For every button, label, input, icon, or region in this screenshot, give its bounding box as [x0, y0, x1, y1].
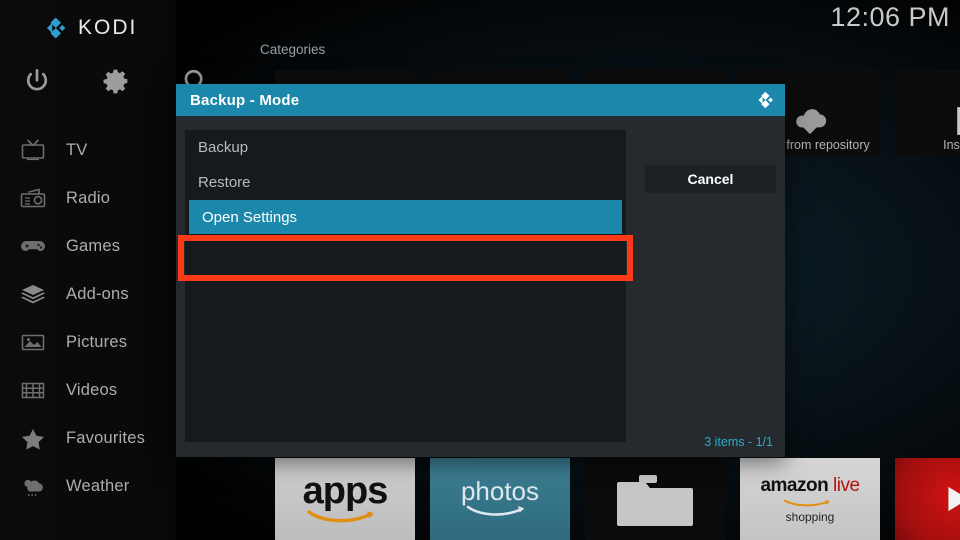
list-item-open-settings[interactable]: Open Settings	[189, 200, 622, 234]
sidebar-item-videos[interactable]: Videos	[0, 366, 176, 414]
tile-amazon-live-shopping[interactable]: amazon live shopping	[740, 458, 880, 540]
tile-label: photos	[460, 475, 540, 506]
sidebar-item-label: Games	[66, 236, 121, 255]
sidebar-item-label: TV	[66, 140, 88, 159]
sidebar-item-label: Weather	[66, 476, 130, 495]
zip-file-icon	[952, 106, 960, 136]
radio-icon	[18, 185, 48, 211]
section-label: Categories	[260, 42, 326, 57]
list-item-restore[interactable]: Restore	[185, 165, 626, 200]
tile-sublabel: shopping	[785, 509, 835, 524]
sidebar-item-weather[interactable]: Weather	[0, 462, 176, 510]
cancel-button-label: Cancel	[687, 171, 734, 187]
item-count-page: 1/1	[755, 435, 773, 449]
folder-icon	[615, 470, 695, 528]
addons-box-icon	[18, 281, 48, 307]
tile-play[interactable]	[895, 458, 960, 540]
gamepad-icon	[18, 233, 48, 259]
amazon-smile-icon	[781, 499, 839, 508]
item-count: 3 items - 1/1	[704, 435, 773, 449]
tile-folder[interactable]	[585, 458, 725, 540]
sidebar-item-games[interactable]: Games	[0, 222, 176, 270]
item-count-number: 3 items -	[704, 435, 756, 449]
dialog-title: Backup - Mode	[190, 91, 300, 109]
cancel-button[interactable]: Cancel	[645, 165, 776, 193]
tile-amazon-photos[interactable]: photos	[430, 458, 570, 540]
list-item-label: Backup	[198, 139, 249, 156]
sidebar-item-label: Radio	[66, 188, 111, 207]
sidebar-item-label: Add-ons	[66, 284, 129, 303]
amazon-smile-icon	[462, 503, 538, 519]
kodi-brand: KODI	[40, 14, 137, 42]
kodi-screen: KODI 12:06 PM TV Radio Games Add-ons Pic…	[0, 0, 960, 540]
list-item-backup[interactable]: Backup	[185, 130, 626, 165]
tile-label: Install fr	[943, 138, 960, 152]
gear-icon[interactable]	[99, 64, 133, 98]
tile-label: apps	[302, 469, 389, 512]
brand-name: KODI	[78, 16, 138, 39]
sidebar-item-radio[interactable]: Radio	[0, 174, 176, 222]
kodi-logo-icon	[40, 14, 68, 42]
cloud-download-icon	[789, 104, 831, 136]
cloud-weather-icon	[18, 473, 48, 499]
tv-icon	[18, 137, 48, 163]
dialog-body: Backup Restore Open Settings Cancel 3 it…	[176, 116, 785, 457]
list-item-label: Restore	[198, 174, 251, 191]
power-icon[interactable]	[20, 64, 54, 98]
tile-label: amazon live	[760, 474, 860, 496]
kodi-logo-icon	[753, 89, 775, 111]
tile-amazon-apps[interactable]: apps	[275, 458, 415, 540]
sidebar-item-favourites[interactable]: Favourites	[0, 414, 176, 462]
list-item-label: Open Settings	[202, 208, 298, 226]
dialog-header: Backup - Mode	[176, 84, 785, 116]
amazon-smile-icon	[307, 508, 383, 524]
sidebar-item-addons[interactable]: Add-ons	[0, 270, 176, 318]
sidebar-item-pictures[interactable]: Pictures	[0, 318, 176, 366]
tile-install-from-zip[interactable]: Install fr	[895, 70, 960, 156]
film-strip-icon	[18, 377, 48, 403]
sidebar-item-label: Videos	[66, 380, 118, 399]
sidebar-item-label: Favourites	[66, 428, 146, 447]
sidebar-item-label: Pictures	[66, 332, 128, 351]
play-button-icon	[933, 477, 960, 521]
mode-option-list: Backup Restore Open Settings	[185, 130, 626, 442]
clock: 12:06 PM	[830, 2, 950, 32]
backup-mode-dialog: Backup - Mode Backup Restore Open Settin…	[176, 84, 785, 457]
sidebar-item-tv[interactable]: TV	[0, 126, 176, 174]
sidebar-menu: TV Radio Games Add-ons Pictures Videos F…	[0, 126, 176, 510]
star-icon	[18, 425, 48, 451]
pictures-icon	[18, 329, 48, 355]
